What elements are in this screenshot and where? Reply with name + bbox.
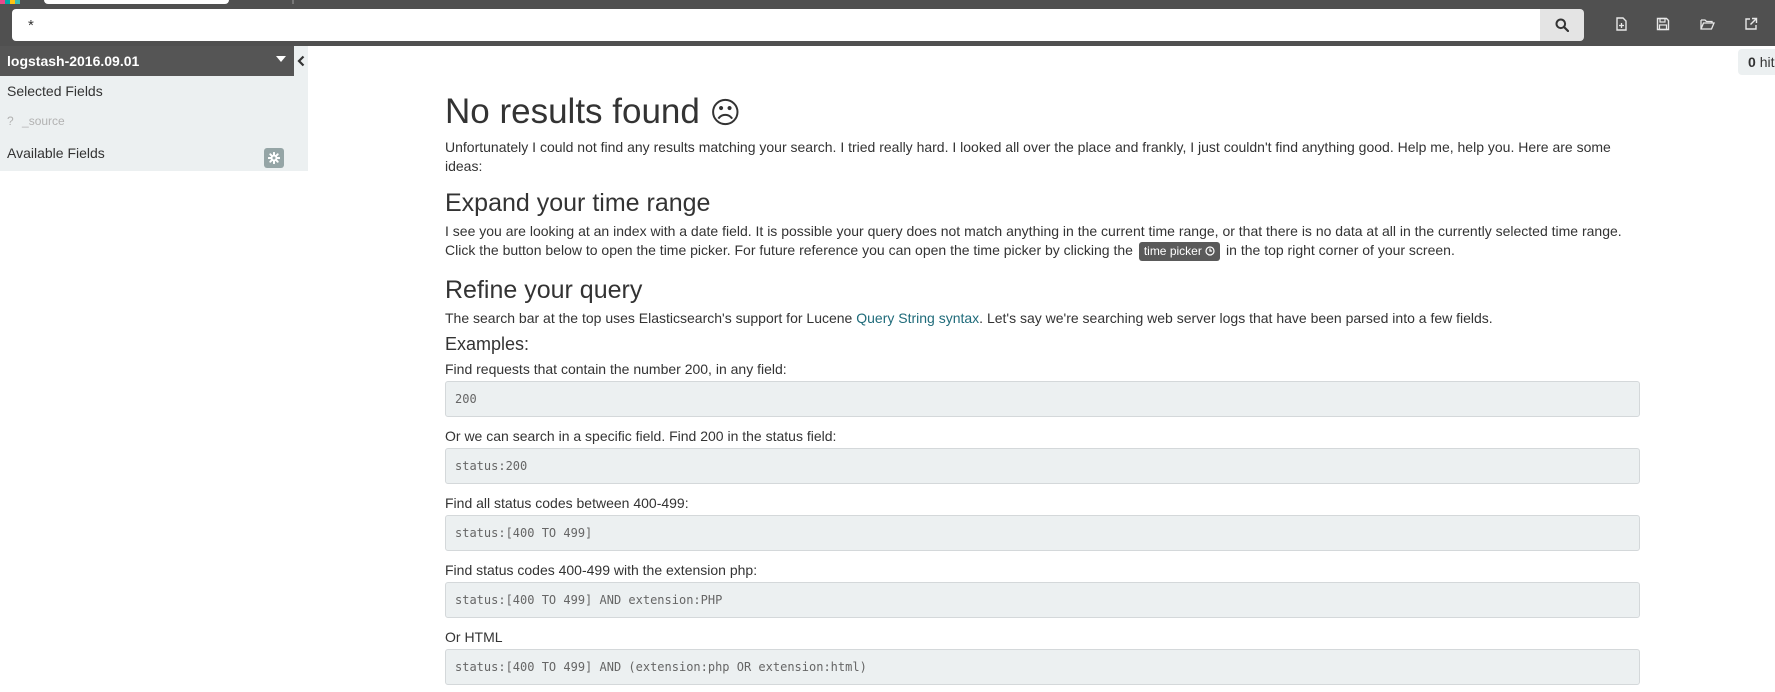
index-pattern-name: logstash-2016.09.01 xyxy=(7,53,140,69)
example-label: Find all status codes between 400-499: xyxy=(445,495,689,511)
logo-wordmark xyxy=(44,0,229,4)
example-code[interactable]: status:[400 TO 499] xyxy=(445,515,1640,551)
logo-stripe xyxy=(15,0,20,4)
time-range-text: I see you are looking at an index with a… xyxy=(445,222,1640,261)
field-name: _source xyxy=(22,114,65,128)
no-results-panel: No results found ☹ Unfortunately I could… xyxy=(445,90,1640,685)
field-item-source[interactable]: ? _source xyxy=(7,114,65,128)
share-icon xyxy=(1745,17,1758,30)
kibana-logo[interactable] xyxy=(0,0,230,4)
example-label: Or we can search in a specific field. Fi… xyxy=(445,428,837,444)
save-icon xyxy=(1656,17,1670,31)
collapse-sidebar-button[interactable] xyxy=(294,46,308,76)
time-picker-label: time picker xyxy=(1143,244,1202,258)
hits-counter: 0 hits xyxy=(1738,49,1775,75)
example-label: Or HTML xyxy=(445,629,503,645)
hits-label: hits xyxy=(1759,54,1775,70)
new-search-button[interactable] xyxy=(1610,13,1632,35)
example-code[interactable]: 200 xyxy=(445,381,1640,417)
index-pattern-selector[interactable]: logstash-2016.09.01 xyxy=(0,46,294,76)
time-picker-button[interactable]: time picker xyxy=(1138,242,1221,261)
logo-divider xyxy=(292,0,294,4)
caret-down-icon xyxy=(276,56,286,62)
gear-icon xyxy=(268,152,280,164)
open-search-button[interactable] xyxy=(1696,13,1718,35)
search-input[interactable] xyxy=(12,9,1540,41)
examples-heading: Examples: xyxy=(445,334,530,354)
available-fields-heading: Available Fields xyxy=(7,145,105,161)
query-string-syntax-link[interactable]: Query String syntax xyxy=(856,310,979,326)
save-search-button[interactable] xyxy=(1652,13,1674,35)
share-search-button[interactable] xyxy=(1740,13,1762,35)
page-title: No results found ☹ xyxy=(445,90,1640,136)
chevron-left-icon xyxy=(297,55,305,67)
time-range-text-after: in the top right corner of your screen. xyxy=(1222,242,1455,258)
no-results-title: No results found xyxy=(445,92,700,131)
time-range-heading: Expand your time range xyxy=(445,189,711,217)
example-code[interactable]: status:[400 TO 499] AND extension:PHP xyxy=(445,582,1640,618)
example-code[interactable]: status:200 xyxy=(445,448,1640,484)
new-document-icon xyxy=(1616,17,1627,31)
refine-query-text-before: The search bar at the top uses Elasticse… xyxy=(445,310,857,326)
refine-query-text: The search bar at the top uses Elasticse… xyxy=(445,309,1640,328)
example-code[interactable]: status:[400 TO 499] AND (extension:php O… xyxy=(445,649,1640,685)
field-type-icon: ? xyxy=(7,114,14,128)
intro-text: Unfortunately I could not find any resul… xyxy=(445,139,1611,174)
folder-open-icon xyxy=(1699,19,1715,30)
search-icon xyxy=(1555,18,1569,32)
example-label: Find status codes 400-499 with the exten… xyxy=(445,562,758,578)
field-settings-button[interactable] xyxy=(264,148,284,168)
clock-icon xyxy=(1205,246,1215,256)
refine-query-text-after: . Let's say we're searching web server l… xyxy=(979,310,1493,326)
hits-count: 0 xyxy=(1748,54,1756,70)
search-bar xyxy=(12,9,1584,41)
refine-query-heading: Refine your query xyxy=(445,276,643,304)
example-label: Find requests that contain the number 20… xyxy=(445,361,787,377)
field-sidebar: logstash-2016.09.01 Selected Fields ? _s… xyxy=(0,46,308,171)
top-nav-bar xyxy=(0,0,1775,46)
search-button[interactable] xyxy=(1540,9,1584,41)
neutral-face-icon: ☹ xyxy=(709,96,741,131)
selected-fields-heading: Selected Fields xyxy=(7,83,103,99)
